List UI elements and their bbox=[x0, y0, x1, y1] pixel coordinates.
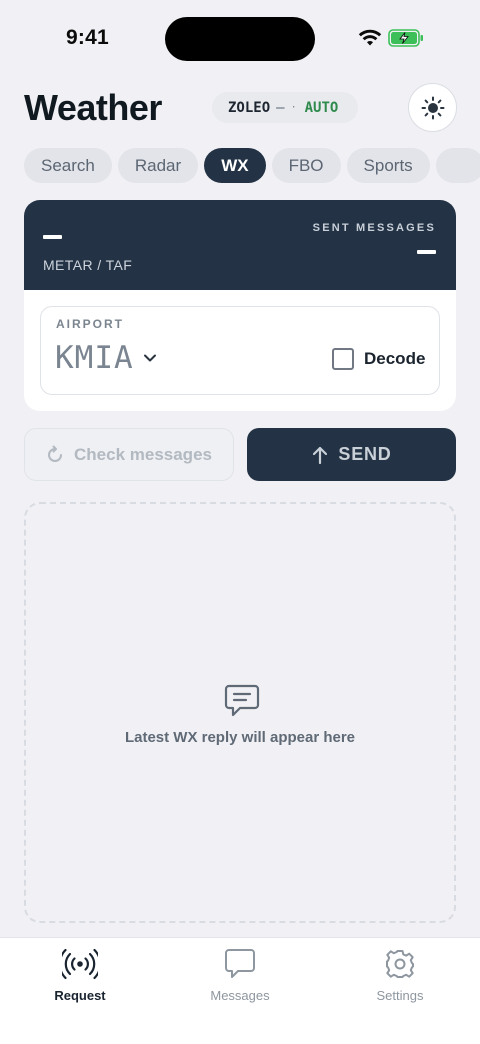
sent-messages-label: SENT MESSAGES bbox=[312, 222, 436, 234]
tab-bar-request-label: Request bbox=[54, 988, 106, 1003]
reply-placeholder: Latest WX reply will appear here bbox=[124, 729, 356, 746]
chat-icon bbox=[224, 684, 260, 717]
wx-reply-area: Latest WX reply will appear here bbox=[24, 502, 456, 923]
request-type: METAR / TAF bbox=[43, 257, 133, 273]
device-mode: AUTO bbox=[304, 99, 339, 116]
tab-more[interactable] bbox=[435, 148, 480, 183]
dynamic-island bbox=[165, 17, 315, 61]
request-status-placeholder bbox=[43, 235, 62, 239]
decode-label[interactable]: Decode bbox=[364, 349, 425, 369]
sun-icon bbox=[421, 96, 444, 119]
battery-charging-icon bbox=[388, 29, 423, 47]
decode-checkbox[interactable] bbox=[332, 348, 354, 370]
check-messages-button[interactable]: Check messages bbox=[24, 428, 234, 481]
bottom-tab-bar: Request Messages Settings bbox=[0, 937, 480, 1044]
airport-label: AIRPORT bbox=[56, 317, 124, 331]
tab-bar-settings[interactable]: Settings bbox=[340, 948, 460, 1003]
airport-value[interactable]: KMIA bbox=[55, 340, 134, 376]
card-header: METAR / TAF SENT MESSAGES bbox=[24, 200, 456, 290]
status-bar: 9:41 bbox=[0, 0, 480, 78]
tab-bar-messages-label: Messages bbox=[210, 988, 270, 1003]
wifi-icon bbox=[358, 29, 382, 46]
page-title: Weather bbox=[24, 87, 162, 128]
tab-bar-settings-label: Settings bbox=[376, 988, 424, 1003]
chevron-down-icon[interactable] bbox=[142, 350, 158, 366]
send-button[interactable]: SEND bbox=[247, 428, 456, 481]
tab-wx[interactable]: WX bbox=[204, 148, 266, 183]
tab-fbo[interactable]: FBO bbox=[271, 148, 341, 183]
device-status-pill[interactable]: ZOLEO — · AUTO bbox=[212, 92, 358, 123]
tab-search[interactable]: Search bbox=[24, 148, 112, 183]
refresh-icon bbox=[48, 445, 62, 462]
chat-icon bbox=[225, 949, 255, 978]
airport-selector[interactable]: AIRPORT KMIA Decode bbox=[40, 306, 440, 395]
device-status: — bbox=[276, 99, 285, 116]
wx-request-card: METAR / TAF SENT MESSAGES AIRPORT KMIA D… bbox=[24, 200, 456, 411]
tab-bar-request[interactable]: Request bbox=[20, 948, 140, 1003]
status-time: 9:41 bbox=[66, 26, 109, 49]
tab-radar[interactable]: Radar bbox=[117, 148, 199, 183]
sent-messages-count-placeholder bbox=[417, 250, 436, 254]
arrow-up-icon bbox=[313, 446, 328, 464]
gear-icon bbox=[386, 950, 414, 978]
send-label: SEND bbox=[338, 444, 392, 464]
theme-toggle-button[interactable] bbox=[408, 83, 457, 132]
device-name: ZOLEO bbox=[228, 99, 271, 116]
device-status-dot: · bbox=[290, 102, 297, 113]
tab-sports[interactable]: Sports bbox=[346, 148, 430, 183]
category-tabs: Search Radar WX FBO Sports bbox=[24, 148, 480, 184]
check-messages-label: Check messages bbox=[74, 444, 212, 464]
tab-bar-messages[interactable]: Messages bbox=[180, 948, 300, 1003]
broadcast-icon bbox=[62, 948, 98, 980]
